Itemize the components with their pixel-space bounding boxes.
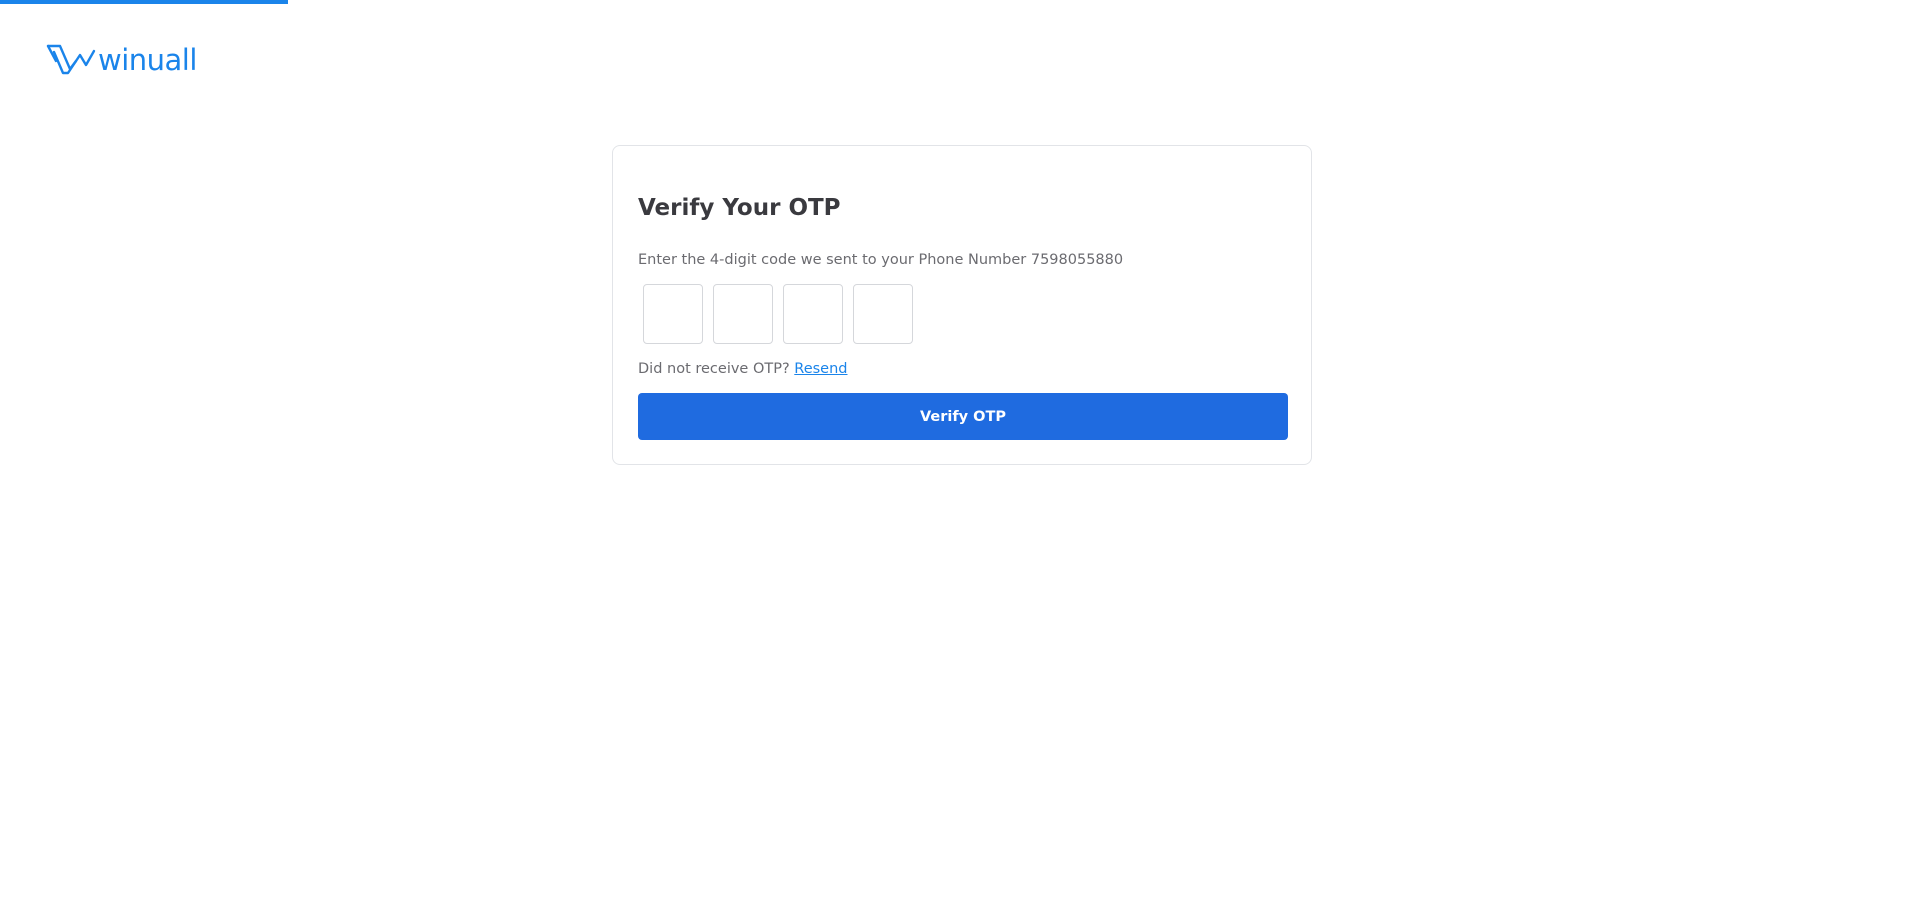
otp-digit-2[interactable] (713, 284, 773, 344)
brand-logo[interactable]: winuall (46, 42, 197, 78)
resend-row: Did not receive OTP? Resend (638, 358, 848, 380)
resend-prompt: Did not receive OTP? (638, 361, 790, 377)
brand-name: winuall (98, 43, 197, 77)
otp-input-group (643, 284, 913, 344)
verify-otp-button[interactable]: Verify OTP (638, 393, 1288, 440)
otp-card: Verify Your OTP Enter the 4-digit code w… (612, 145, 1312, 465)
page-title: Verify Your OTP (638, 195, 841, 221)
resend-link[interactable]: Resend (794, 361, 847, 377)
top-progress-bar (0, 0, 288, 4)
winuall-logo-icon (46, 44, 96, 75)
otp-instructions: Enter the 4-digit code we sent to your P… (638, 252, 1124, 268)
otp-digit-3[interactable] (783, 284, 843, 344)
otp-digit-4[interactable] (853, 284, 913, 344)
otp-digit-1[interactable] (643, 284, 703, 344)
